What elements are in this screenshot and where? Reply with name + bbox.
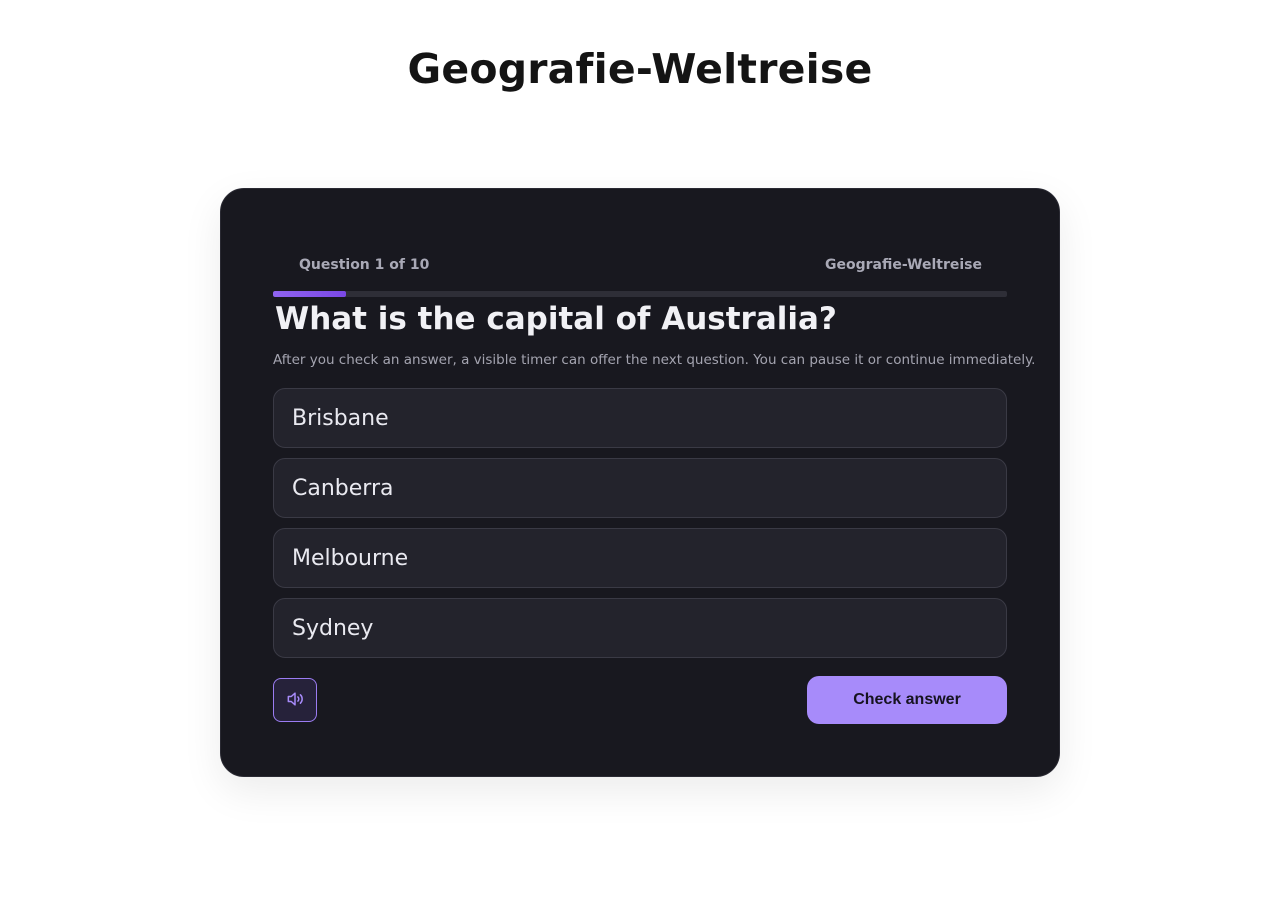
answer-option-label: Brisbane (292, 405, 389, 431)
question-text: What is the capital of Australia? (275, 301, 837, 337)
answer-option-sydney[interactable]: Sydney (273, 598, 1007, 658)
answer-option-label: Sydney (292, 615, 374, 641)
answer-option-brisbane[interactable]: Brisbane (273, 388, 1007, 448)
question-counter: Question 1 of 10 (299, 257, 430, 273)
speaker-icon (285, 689, 305, 712)
quiz-name: Geografie-Weltreise (825, 257, 982, 273)
progress-bar (273, 291, 1007, 297)
answer-options: Brisbane Canberra Melbourne Sydney (273, 388, 1007, 668)
page-title: Geografie-Weltreise (407, 45, 873, 93)
quiz-card: Question 1 of 10 Geografie-Weltreise Wha… (220, 188, 1060, 777)
answer-option-canberra[interactable]: Canberra (273, 458, 1007, 518)
quiz-meta: Question 1 of 10 Geografie-Weltreise (299, 257, 982, 273)
progress-fill (273, 291, 347, 297)
check-answer-button[interactable]: Check answer (807, 676, 1007, 724)
answer-option-label: Canberra (292, 475, 394, 501)
audio-toggle-button[interactable] (273, 678, 317, 722)
answer-option-melbourne[interactable]: Melbourne (273, 528, 1007, 588)
answer-option-label: Melbourne (292, 545, 409, 571)
timer-hint: After you check an answer, a visible tim… (273, 352, 1036, 368)
